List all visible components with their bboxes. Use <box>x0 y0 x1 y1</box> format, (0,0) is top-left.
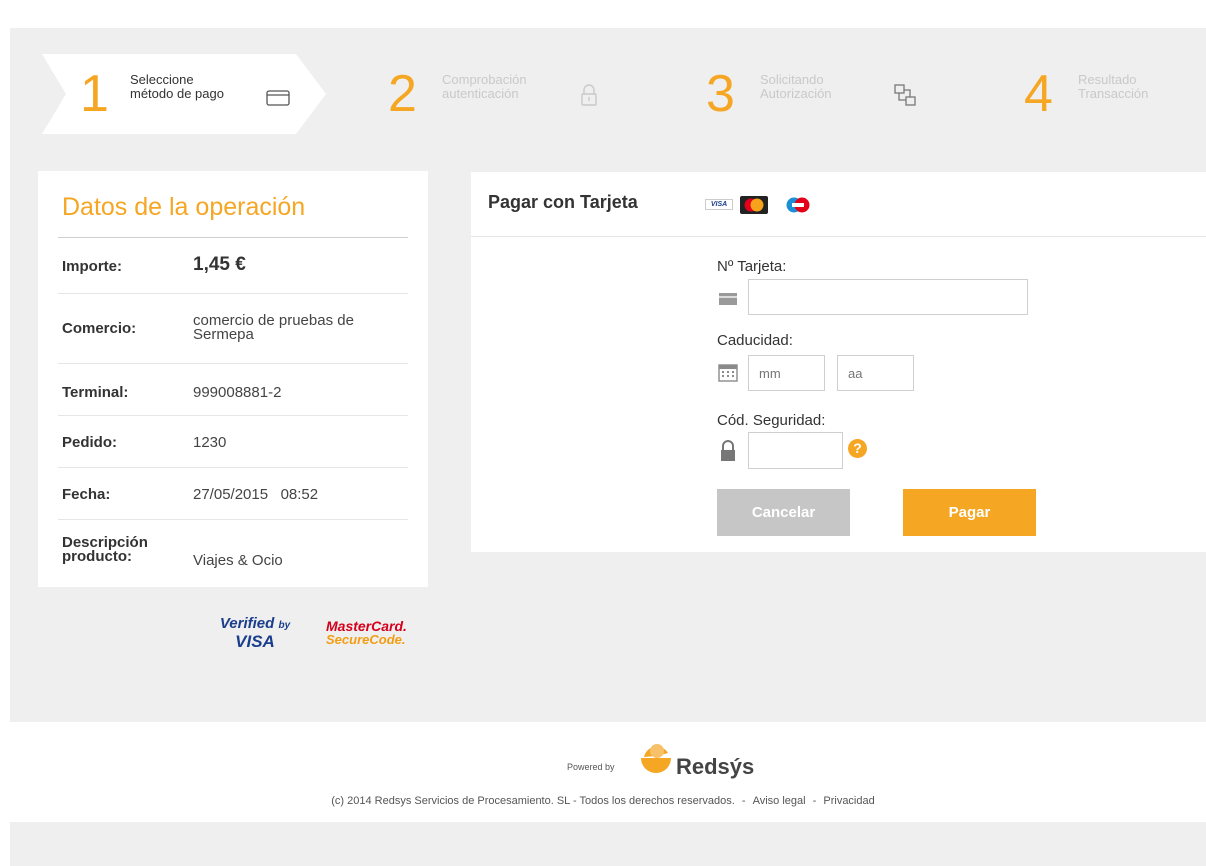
legal-link[interactable]: Aviso legal <box>751 795 808 807</box>
description-label: Descripción producto: <box>62 535 148 565</box>
card-number-input[interactable] <box>748 279 1028 315</box>
operation-title: Datos de la operación <box>62 193 306 221</box>
description-label-line2: producto: <box>62 548 132 565</box>
powered-by-label: Powered by <box>567 762 615 772</box>
pay-button[interactable]: Pagar <box>903 489 1036 536</box>
expiry-month-input[interactable] <box>748 355 825 391</box>
footer-background <box>10 722 1206 822</box>
mastercard-logo <box>740 196 768 214</box>
verified-by-visa-by: by <box>278 620 291 631</box>
step-3-label-line2: Autorización <box>760 86 832 101</box>
step-2-label-line1: Comprobación <box>442 72 527 87</box>
verified-by-visa-logo: Verified by VISA <box>210 616 300 650</box>
help-icon[interactable]: ? <box>848 439 867 458</box>
padlock-icon <box>721 440 735 461</box>
calendar-icon <box>718 364 738 382</box>
credit-card-icon <box>266 90 290 106</box>
step-2-label: Comprobación autenticación <box>442 73 527 101</box>
date-label: Fecha: <box>62 486 111 503</box>
step-3-label: Solicitando Autorización <box>760 73 832 101</box>
redsys-brand: Redsýs <box>676 754 755 779</box>
description-value: Viajes & Ocio <box>193 552 283 569</box>
step-3-label-line1: Solicitando <box>760 72 824 87</box>
bottom-band <box>10 822 1206 866</box>
footer-separator: - <box>812 795 817 807</box>
verified-by-visa-line1: Verified <box>219 615 275 632</box>
payment-header: Pagar con Tarjeta VISA <box>471 172 1206 237</box>
order-label: Pedido: <box>62 434 117 451</box>
verified-by-visa-line2: VISA <box>235 632 275 651</box>
amount-label: Importe: <box>62 258 122 275</box>
payment-panel: Pagar con Tarjeta VISA Nº Tarjeta: Caduc… <box>471 172 1206 552</box>
cancel-button[interactable]: Cancelar <box>717 489 850 536</box>
mastercard-securecode-line1: MasterCard. <box>326 618 407 634</box>
privacy-link[interactable]: Privacidad <box>821 795 876 807</box>
operation-panel: Datos de la operación Importe: 1,45 € Co… <box>38 171 428 587</box>
redsys-logo-icon <box>641 744 671 773</box>
date-row: Fecha: 27/05/2015 08:52 <box>58 468 408 520</box>
expiry-year-input[interactable] <box>837 355 914 391</box>
card-number-label: Nº Tarjeta: <box>717 258 787 275</box>
cvv-label: Cód. Seguridad: <box>717 412 826 429</box>
step-4-number: 4 <box>1024 65 1053 123</box>
step-3-number: 3 <box>706 65 735 123</box>
footer-separator: - <box>741 795 746 807</box>
authorization-icon <box>894 84 916 106</box>
visa-card-logo: VISA <box>705 199 733 210</box>
step-2-number: 2 <box>388 65 417 123</box>
step-1-label-line2: método de pago <box>130 86 224 101</box>
expiry-label: Caducidad: <box>717 332 793 349</box>
step-1-number: 1 <box>80 65 109 123</box>
date-value: 27/05/2015 08:52 <box>193 486 319 503</box>
merchant-value: comercio de pruebas de Sermepa <box>193 313 354 343</box>
merchant-value-line2: Sermepa <box>193 326 254 343</box>
order-value: 1230 <box>193 434 227 451</box>
step-1-label-line1: Seleccione <box>130 72 194 87</box>
amount-row: Importe: 1,45 € <box>58 238 408 294</box>
step-4-label-line1: Resultado <box>1078 72 1137 87</box>
copyright-text: (c) 2014 Redsys Servicios de Procesamien… <box>331 795 735 807</box>
order-row: Pedido: 1230 <box>58 416 408 468</box>
terminal-label: Terminal: <box>62 384 129 401</box>
terminal-value: 999008881-2 <box>193 384 282 401</box>
merchant-row: Comercio: comercio de pruebas de Sermepa <box>58 294 408 364</box>
footer-copyright-line: (c) 2014 Redsys Servicios de Procesamien… <box>0 795 1206 807</box>
step-4-label-line2: Transacción <box>1078 86 1149 101</box>
maestro-logo <box>786 197 810 213</box>
mastercard-securecode-logo: MasterCard. SecureCode. <box>326 619 407 647</box>
lock-icon <box>581 84 597 106</box>
payment-title: Pagar con Tarjeta <box>488 192 638 212</box>
merchant-label: Comercio: <box>62 320 137 337</box>
step-4-label: Resultado Transacción <box>1078 73 1148 101</box>
step-1-label: Seleccione método de pago <box>130 73 224 101</box>
terminal-row: Terminal: 999008881-2 <box>58 364 408 416</box>
card-small-icon <box>719 293 737 305</box>
description-row: Descripción producto: Viajes & Ocio <box>58 520 408 580</box>
step-2-label-line2: autenticación <box>442 86 519 101</box>
cvv-input[interactable] <box>748 432 843 469</box>
mastercard-securecode-line2: SecureCode. <box>326 632 406 647</box>
amount-value: 1,45 € <box>193 254 246 275</box>
